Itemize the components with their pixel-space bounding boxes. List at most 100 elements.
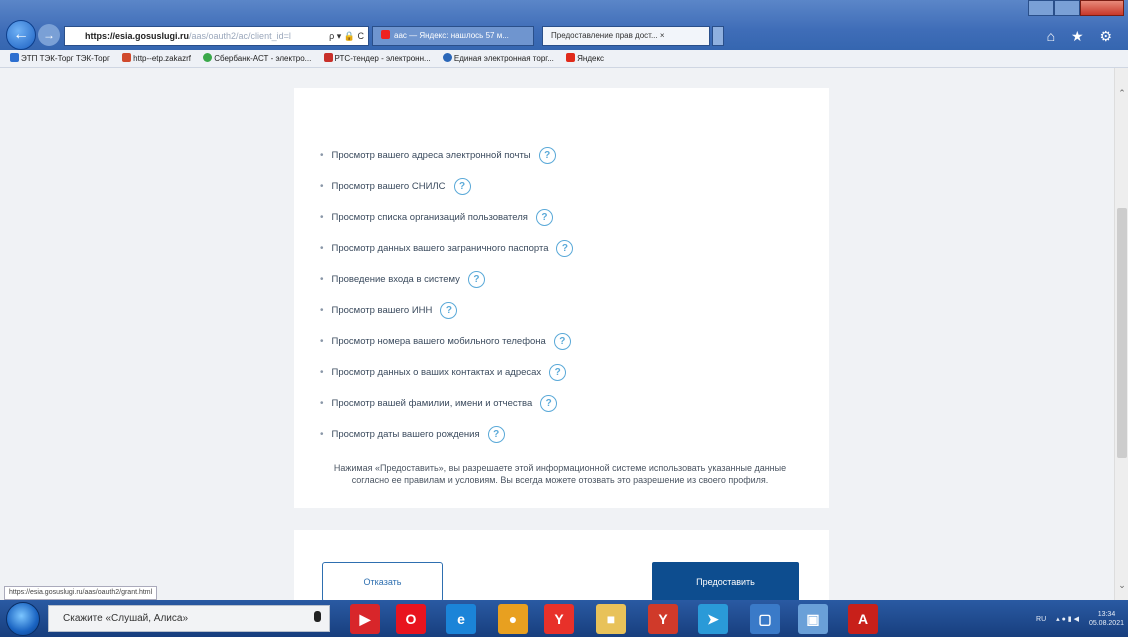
decline-button[interactable]: Отказать	[322, 562, 443, 600]
address-bar[interactable]: https://esia.gosuslugi.ru/aas/oauth2/ac/…	[64, 26, 369, 46]
permission-item: • Просмотр номера вашего мобильного телеф…	[320, 326, 573, 357]
favorite-link[interactable]: http--etp.zakazrf	[122, 50, 191, 67]
help-icon[interactable]: ?	[487, 426, 505, 443]
language-indicator[interactable]: RU	[1036, 616, 1046, 623]
permission-item: • Просмотр списка организаций пользовател…	[320, 202, 573, 233]
search-placeholder: Скажите «Слушай, Алиса»	[63, 613, 189, 624]
bullet-icon: •	[320, 367, 324, 378]
taskbar-search[interactable]: Скажите «Слушай, Алиса»	[48, 605, 330, 632]
bullet-icon: •	[320, 212, 324, 223]
favorite-link[interactable]: РТС-тендер - электронн...	[323, 50, 431, 67]
favorite-label: ЭТП ТЭК-Торг ТЭК-Торг	[21, 54, 110, 63]
favorite-label: РТС-тендер - электронн...	[334, 54, 431, 63]
permission-label: Просмотр данных вашего заграничного пасп…	[331, 243, 549, 254]
bullet-icon: •	[320, 181, 324, 192]
permission-item: • Просмотр вашего адреса электронной почт…	[320, 140, 573, 171]
help-icon[interactable]: ?	[538, 147, 556, 164]
back-button[interactable]: ←	[6, 20, 36, 50]
bullet-icon: •	[320, 336, 324, 347]
tab-label: Предоставление прав дост... ×	[551, 31, 665, 40]
scrollbar-thumb[interactable]	[1117, 208, 1127, 458]
permission-item: • Просмотр даты вашего рождения?	[320, 419, 573, 450]
favorite-icon	[566, 53, 576, 62]
yandex-icon[interactable]: Y	[648, 604, 678, 634]
help-icon[interactable]: ?	[553, 333, 571, 350]
help-icon[interactable]: ?	[556, 240, 574, 257]
permissions-list: • Просмотр вашего адреса электронной почт…	[320, 140, 574, 450]
taskbar: Скажите «Слушай, Алиса» ▶ Oe ● Y ■ Y ➤ ▢ ▣ A RU ▴…	[0, 600, 1128, 637]
actions-card: Отказать Предоставить	[294, 530, 829, 600]
video-app-icon[interactable]: ▶	[350, 604, 380, 634]
address-controls[interactable]: ρ ▾ 🔒 C	[329, 27, 364, 45]
close-window-button[interactable]	[1080, 0, 1124, 16]
internet-explorer-icon[interactable]: e	[446, 604, 476, 634]
address-host: https://esia.gosuslugi.ru	[85, 31, 190, 41]
browser-title-bar: ← → https://esia.gosuslugi.ru/aas/oauth2…	[0, 0, 1128, 50]
opera-icon[interactable]: O	[396, 604, 426, 634]
permission-item: • Проведение входа в систему?	[320, 264, 573, 295]
tab-label: aac — Яндекс: нашлось 57 м...	[394, 31, 509, 40]
scroll-up-icon[interactable]: ⌃	[1117, 88, 1127, 99]
browser-tools-icons[interactable]: ⌂ ★ ⚙	[1047, 28, 1118, 45]
permission-label: Просмотр вашего СНИЛС	[331, 181, 446, 192]
permission-label: Проведение входа в систему	[331, 274, 460, 285]
favorite-link[interactable]: Сбербанк-АСТ - электро...	[203, 50, 311, 67]
favorite-label: Единая электронная торг...	[453, 54, 554, 63]
tab-grant-access[interactable]: Предоставление прав дост... ×	[542, 26, 710, 46]
new-tab-button[interactable]	[712, 26, 724, 46]
forward-button[interactable]: →	[38, 24, 60, 46]
permission-label: Просмотр вашего адреса электронной почты	[331, 150, 531, 161]
favorite-icon	[323, 53, 333, 62]
maximize-button[interactable]	[1054, 0, 1080, 16]
favorite-label: Яндекс	[577, 54, 605, 63]
bullet-icon: •	[320, 243, 324, 254]
favorite-link[interactable]: Яндекс	[566, 50, 604, 67]
system-tray: RU ▴ ● ▮ ◀ 13:34 05.08.2021	[1036, 610, 1124, 628]
window-app-icon[interactable]: ▢	[750, 604, 780, 634]
permissions-card: • Просмотр вашего адреса электронной почт…	[294, 88, 829, 508]
permission-item: • Просмотр вашей фамилии, имени и отчеств…	[320, 388, 573, 419]
favorites-bar: ЭТП ТЭК-Торг ТЭК-Торг http--etp.zakazrf …	[0, 50, 1128, 68]
scroll-down-icon[interactable]: ⌄	[1117, 580, 1127, 591]
favorite-label: Сбербанк-АСТ - электро...	[214, 54, 312, 63]
yandex-browser-icon[interactable]: Y	[544, 604, 574, 634]
permission-label: Просмотр вашей фамилии, имени и отчества	[331, 398, 533, 409]
clock[interactable]: 13:34 05.08.2021	[1089, 610, 1124, 628]
favorite-icon	[442, 53, 452, 62]
forward-arrow-icon: →	[43, 28, 55, 42]
clock-time: 13:34	[1097, 611, 1116, 618]
grant-button[interactable]: Предоставить	[652, 562, 799, 600]
yandex-favicon-icon	[381, 30, 390, 39]
start-button[interactable]	[6, 602, 40, 636]
permission-item: • Просмотр данных о ваших контактах и адр…	[320, 357, 573, 388]
back-arrow-icon: ←	[13, 26, 29, 43]
favorite-link[interactable]: Единая электронная торг...	[442, 50, 554, 67]
favorite-icon	[122, 53, 132, 62]
bullet-icon: •	[320, 305, 324, 316]
chrome-icon[interactable]: ●	[498, 604, 528, 634]
favorite-link[interactable]: ЭТП ТЭК-Торг ТЭК-Торг	[10, 50, 110, 67]
favorite-icon	[10, 53, 19, 62]
help-icon[interactable]: ?	[540, 395, 558, 412]
help-icon[interactable]: ?	[549, 364, 567, 381]
favorite-label: http--etp.zakazrf	[133, 54, 191, 63]
folder-icon[interactable]: ■	[596, 604, 626, 634]
microphone-icon[interactable]	[314, 611, 321, 622]
minimize-button[interactable]	[1028, 0, 1054, 16]
clock-date: 05.08.2021	[1088, 620, 1124, 627]
bullet-icon: •	[320, 150, 324, 161]
telegram-icon[interactable]: ➤	[698, 604, 728, 634]
tab-yandex-search[interactable]: aac — Яндекс: нашлось 57 м...	[372, 26, 534, 46]
permission-label: Просмотр вашего ИНН	[331, 305, 433, 316]
help-icon[interactable]: ?	[535, 209, 553, 226]
vertical-scrollbar[interactable]: ⌃ ⌄	[1114, 68, 1128, 600]
bullet-icon: •	[320, 274, 324, 285]
acrobat-icon[interactable]: A	[848, 604, 878, 634]
tray-icons[interactable]: ▴ ● ▮ ◀	[1056, 615, 1079, 623]
help-icon[interactable]: ?	[440, 302, 458, 319]
image-viewer-icon[interactable]: ▣	[798, 604, 828, 634]
permission-label: Просмотр даты вашего рождения	[331, 429, 480, 440]
help-icon[interactable]: ?	[467, 271, 485, 288]
consent-note: Нажимая «Предоставить», вы разрешаете эт…	[333, 463, 787, 485]
help-icon[interactable]: ?	[453, 178, 471, 195]
